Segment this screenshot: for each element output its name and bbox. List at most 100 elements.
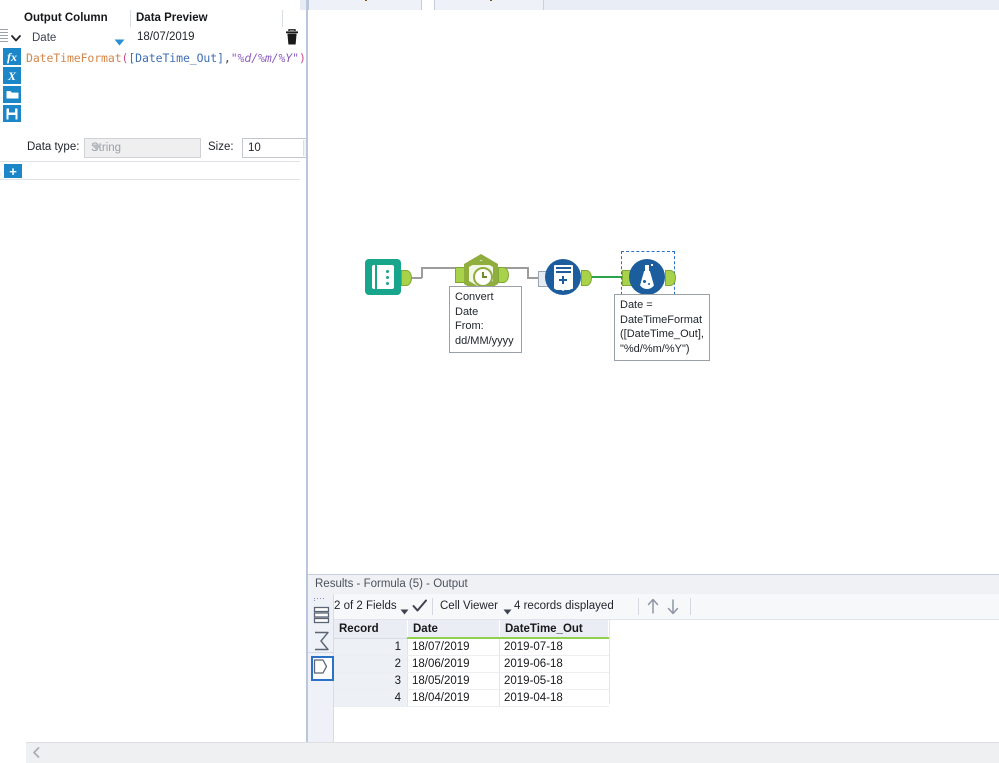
results-title: Results - Formula (5) - Output (315, 578, 468, 590)
workflow-canvas[interactable]: Convert Date From: dd/MM/yyyy Date = Dat… (308, 10, 999, 574)
cell-datetime-out: 2019-07-18 (499, 638, 609, 656)
tab-pin-icon (490, 0, 492, 1)
scrollbar-track[interactable] (26, 742, 999, 763)
results-view-rail (308, 594, 334, 762)
annotation-line: Date = (620, 299, 653, 311)
variable-x-icon[interactable]: X (3, 67, 21, 84)
toolbar-separator (690, 598, 691, 615)
wire-active-segment (589, 276, 622, 278)
row-drag-grip[interactable] (0, 29, 8, 45)
results-toolbar: 2 of 2 Fields Cell Viewer 4 records disp… (308, 594, 999, 620)
chevron-down-icon (114, 35, 125, 49)
cell-record: 2 (334, 655, 408, 673)
cell-datetime-out: 2019-05-18 (499, 672, 609, 690)
formula-tool[interactable] (629, 259, 665, 295)
metadata-tag-icon[interactable] (311, 656, 334, 681)
fx-icon[interactable]: fx (3, 48, 21, 65)
formula-token-function: DateTimeFormat (26, 51, 122, 65)
table-row[interactable]: 3 18/05/2019 2019-05-18 (334, 672, 609, 690)
wire-segment (504, 267, 528, 269)
toolbar-separator (638, 598, 639, 615)
wire-segment (421, 267, 457, 269)
formula-token-field: [DateTime_Out] (128, 51, 224, 65)
column-header-date[interactable]: Date (407, 620, 500, 639)
output-anchor[interactable] (401, 270, 412, 286)
cell-viewer-label[interactable]: Cell Viewer (440, 594, 498, 619)
annotation-line: Convert Date (455, 291, 494, 318)
column-header-record[interactable]: Record (334, 620, 408, 639)
toolbar-separator (432, 598, 433, 615)
table-right-border (609, 620, 610, 704)
cell-date: 18/05/2019 (407, 672, 500, 690)
save-disk-icon[interactable] (3, 105, 21, 122)
book-dot (386, 282, 389, 285)
input-data-tool[interactable] (365, 259, 401, 295)
output-anchor[interactable] (498, 267, 509, 283)
annotation-line: "%d/%m/%Y") (620, 342, 690, 355)
data-type-select[interactable]: String (84, 138, 201, 158)
output-anchor[interactable] (665, 270, 676, 286)
chevron-left-icon[interactable] (32, 747, 41, 761)
folder-open-icon[interactable] (3, 86, 21, 103)
formula-annotation[interactable]: Date = DateTimeFormat ([DateTime_Out], "… (614, 294, 710, 361)
data-preview-value: 18/07/2019 (137, 31, 195, 43)
results-table[interactable]: Record Date DateTime_Out 1 18/07/2019 20… (334, 620, 609, 707)
formula-token-close-paren: ) (298, 51, 306, 65)
header-divider-2 (282, 10, 283, 27)
data-preview-header: Data Preview (136, 12, 208, 24)
checkmark-icon[interactable] (412, 599, 428, 616)
top-tab-strip (0, 0, 999, 11)
formula-token-comma: , (223, 51, 231, 65)
formula-token-string: "%d/%m/%Y" (230, 51, 299, 65)
size-label: Size: (208, 141, 234, 153)
cell-record: 1 (334, 638, 408, 656)
chevron-down-icon[interactable] (503, 604, 512, 618)
union-tool[interactable] (545, 259, 581, 295)
config-bottom-divider (0, 179, 300, 180)
tab-pin-icon (365, 0, 367, 1)
column-header-datetime-out[interactable]: DateTime_Out (499, 620, 609, 639)
cell-record: 4 (334, 689, 408, 707)
cell-date: 18/04/2019 (407, 689, 500, 707)
annotation-line: ([DateTime_Out], (620, 328, 704, 340)
formula-tool-rail: fx X (0, 48, 22, 173)
output-column-value: Date (32, 32, 57, 44)
rail-grip[interactable] (314, 597, 327, 601)
arrow-up-icon[interactable] (645, 597, 661, 619)
table-view-icon[interactable] (312, 604, 331, 626)
table-row[interactable]: 4 18/04/2019 2019-04-18 (334, 689, 609, 707)
config-header-row: Output Column Data Preview (0, 10, 300, 28)
results-panel: Results - Formula (5) - Output 2 of 2 Fi… (308, 574, 999, 762)
expand-chevron-icon[interactable] (9, 31, 23, 45)
annotation-line: From: (455, 320, 484, 332)
chevron-down-icon[interactable] (400, 604, 409, 618)
annotation-line: DateTimeFormat (620, 313, 703, 326)
annotation-line: dd/MM/yyyy (455, 334, 514, 347)
records-displayed-label: 4 records displayed (514, 600, 614, 612)
formula-expression: DateTimeFormat([DateTime_Out],"%d/%m/%Y"… (26, 51, 306, 65)
data-type-row: Data type: String Size: 10 (22, 136, 322, 158)
output-column-select[interactable]: Date (25, 28, 131, 49)
add-column-button[interactable]: + (4, 164, 22, 178)
results-horizontal-scrollbar[interactable] (26, 742, 999, 763)
cell-datetime-out: 2019-04-18 (499, 689, 609, 707)
cell-date: 18/07/2019 (407, 638, 500, 656)
summary-sigma-icon[interactable] (312, 630, 331, 652)
rail-divider (308, 652, 333, 653)
book-dot (386, 270, 389, 273)
cell-record: 3 (334, 672, 408, 690)
table-row[interactable]: 2 18/06/2019 2019-06-18 (334, 655, 609, 673)
fields-count-label[interactable]: 2 of 2 Fields (334, 594, 397, 619)
book-dot (386, 276, 389, 279)
formula-editor[interactable]: DateTimeFormat([DateTime_Out],"%d/%m/%Y"… (22, 48, 306, 132)
cell-datetime-out: 2019-06-18 (499, 655, 609, 673)
convert-date-annotation[interactable]: Convert Date From: dd/MM/yyyy (449, 286, 522, 353)
output-anchor[interactable] (581, 270, 592, 286)
arrow-down-icon[interactable] (665, 597, 681, 619)
table-row[interactable]: 1 18/07/2019 2019-07-18 (334, 638, 609, 656)
chevron-down-icon (91, 139, 194, 157)
header-divider-1 (130, 10, 131, 27)
trash-icon[interactable] (284, 29, 300, 47)
wire-segment (421, 268, 423, 278)
data-type-label: Data type: (27, 141, 80, 153)
